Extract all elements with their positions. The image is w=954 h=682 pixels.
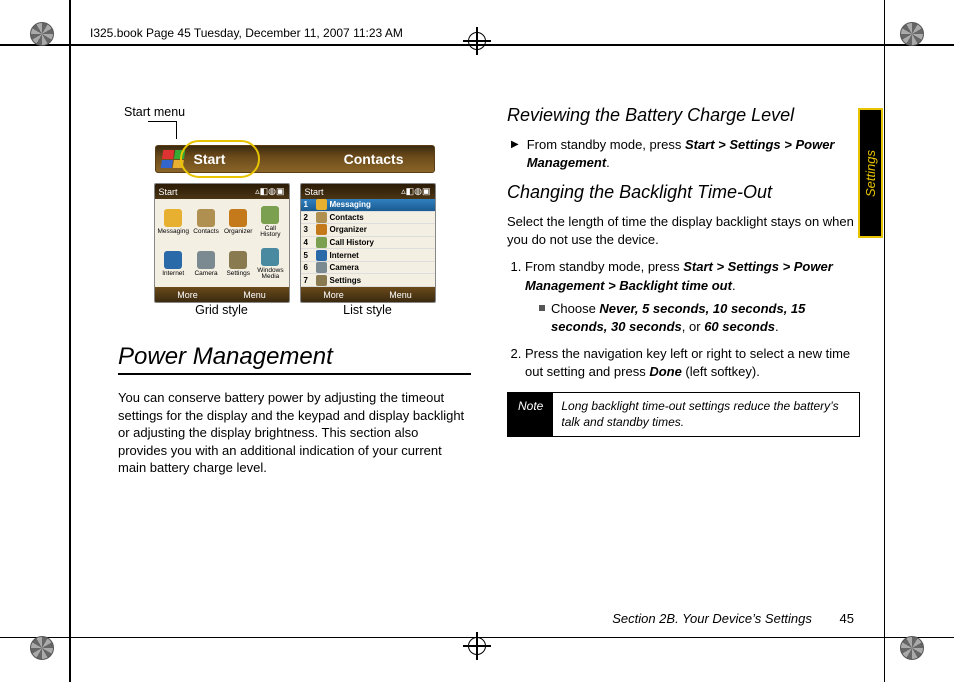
app-label: Messaging — [158, 229, 189, 236]
settings-icon — [229, 251, 247, 269]
status-icons: ▵◧◍▣ — [255, 186, 284, 197]
register-mark-bottom-right — [900, 636, 924, 660]
list-apps-body: 1Messaging 2Contacts 3Organizer 4Call Hi… — [301, 199, 435, 287]
text-fragment: Choose — [551, 301, 599, 316]
start-menu-callout-line — [118, 121, 471, 141]
list-item-label: Call History — [330, 238, 374, 247]
softkey-menu: Menu — [389, 290, 412, 300]
windows-flag-icon — [160, 150, 185, 168]
app-label: Windows Media — [255, 268, 285, 281]
text-fragment: From standby mode, press — [527, 137, 685, 152]
softkey-start-label: Start — [194, 151, 226, 167]
organizer-icon — [229, 209, 247, 227]
grid-shot-title: Start — [159, 187, 178, 197]
square-bullet-icon — [539, 305, 545, 311]
list-item-label: Settings — [330, 276, 362, 285]
app-label: Camera — [194, 271, 217, 278]
register-mark-bottom-left — [30, 636, 54, 660]
messaging-icon — [316, 199, 327, 210]
heading-rule — [118, 373, 471, 375]
camera-icon — [197, 251, 215, 269]
footer-page-number: 45 — [840, 611, 854, 626]
note-label: Note — [508, 393, 553, 436]
internet-icon — [164, 251, 182, 269]
app-label: Organizer — [224, 229, 253, 236]
softkey-bar-figure: Start Contacts — [155, 145, 435, 173]
messaging-icon — [164, 209, 182, 227]
list-item-label: Organizer — [330, 225, 367, 234]
organizer-icon — [316, 224, 327, 235]
step-2: Press the navigation key left or right t… — [525, 345, 860, 383]
power-management-paragraph: You can conserve battery power by adjust… — [118, 389, 471, 477]
camera-icon — [316, 262, 327, 273]
list-shot-title: Start — [305, 187, 324, 197]
register-cross-bottom — [463, 632, 491, 660]
call-history-icon — [261, 206, 279, 224]
list-item-label: Internet — [330, 251, 359, 260]
softkey-more: More — [323, 290, 344, 300]
status-icons: ▵◧◍▣ — [401, 186, 430, 197]
list-item-label: Camera — [330, 263, 359, 272]
options-list: 60 seconds — [704, 319, 775, 334]
text-fragment: . — [775, 319, 779, 334]
softkey-more: More — [177, 290, 198, 300]
softkey-name: Done — [649, 364, 682, 379]
triangle-bullet-icon: ▶ — [511, 136, 519, 152]
step-1-sub-bullet: Choose Never, 5 seconds, 10 seconds, 15 … — [539, 300, 860, 336]
backlight-steps-list: From standby mode, press Start > Setting… — [507, 258, 860, 382]
text-fragment: . — [732, 278, 736, 293]
softkey-menu: Menu — [243, 290, 266, 300]
crop-line-right — [884, 0, 886, 682]
caption-grid-style: Grid style — [154, 303, 290, 317]
screenshot-list-style: Start ▵◧◍▣ 1Messaging 2Contacts 3Organize… — [300, 183, 436, 303]
windows-media-icon — [261, 248, 279, 266]
app-label: Call History — [255, 226, 285, 239]
text-fragment: (left softkey). — [682, 364, 760, 379]
note-body: Long backlight time-out settings reduce … — [553, 393, 859, 436]
register-mark-top-right — [900, 22, 924, 46]
print-header: I325.book Page 45 Tuesday, December 11, … — [90, 26, 403, 40]
contacts-icon — [197, 209, 215, 227]
register-cross-top — [463, 27, 491, 55]
right-column: Reviewing the Battery Charge Level ▶ Fro… — [507, 105, 860, 620]
softkey-contacts-label: Contacts — [344, 151, 404, 167]
start-menu-callout-label: Start menu — [124, 105, 471, 119]
step-1: From standby mode, press Start > Setting… — [525, 258, 860, 336]
call-history-icon — [316, 237, 327, 248]
text-fragment: , or — [682, 319, 704, 334]
backlight-intro-paragraph: Select the length of time the display ba… — [507, 213, 860, 248]
list-item-label: Contacts — [330, 213, 364, 222]
caption-list-style: List style — [300, 303, 436, 317]
settings-icon — [316, 275, 327, 286]
internet-icon — [316, 250, 327, 261]
app-label: Contacts — [193, 229, 219, 236]
screenshot-grid-style: Start ▵◧◍▣ Messaging Contacts Organizer C… — [154, 183, 290, 303]
app-label: Internet — [162, 271, 184, 278]
list-item-label: Messaging — [330, 200, 371, 209]
contacts-icon — [316, 212, 327, 223]
section-side-tab: Settings — [858, 108, 883, 238]
register-mark-top-left — [30, 22, 54, 46]
heading-changing-backlight: Changing the Backlight Time-Out — [507, 182, 860, 203]
heading-power-management: Power Management — [118, 343, 471, 371]
grid-apps-body: Messaging Contacts Organizer Call Histor… — [155, 199, 289, 287]
footer-section-title: Section 2B. Your Device’s Settings — [612, 611, 812, 626]
text-fragment: . — [606, 155, 610, 170]
page-footer: Section 2B. Your Device’s Settings 45 — [0, 611, 854, 626]
bullet-from-standby-review: ▶ From standby mode, press Start > Setti… — [511, 136, 860, 172]
text-fragment: From standby mode, press — [525, 259, 683, 274]
app-label: Settings — [226, 271, 250, 278]
crop-line-left — [69, 0, 71, 682]
section-side-tab-label: Settings — [863, 150, 878, 197]
note-box: Note Long backlight time-out settings re… — [507, 392, 860, 437]
heading-reviewing-battery: Reviewing the Battery Charge Level — [507, 105, 860, 126]
left-column: Start menu Start Contacts Start ▵◧◍▣ Mess… — [118, 105, 471, 620]
